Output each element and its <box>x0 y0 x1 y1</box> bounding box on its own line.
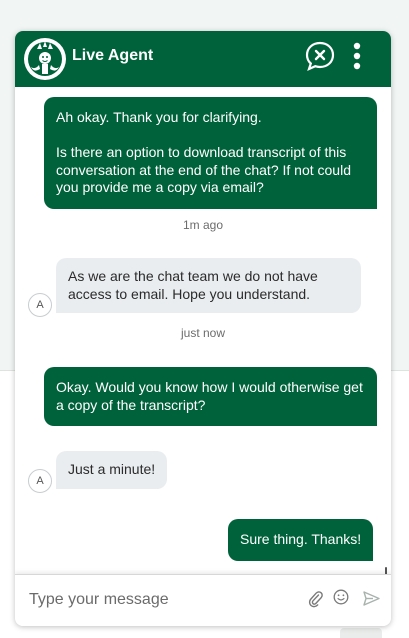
chat-header-title: Live Agent <box>72 47 154 64</box>
user-message: Sure thing. Thanks! <box>228 519 374 561</box>
user-message-text: Sure thing. Thanks! <box>240 531 362 547</box>
message-timestamp: just now <box>180 326 226 340</box>
chat-header: Live Agent <box>15 31 391 87</box>
smiley-icon[interactable] <box>333 589 349 605</box>
send-icon[interactable] <box>363 591 380 606</box>
agent-message: As we are the chat team we do not have a… <box>56 258 361 313</box>
user-message-text: Okay. Would you know how I would otherwi… <box>56 379 367 413</box>
agent-avatar: A <box>28 293 52 317</box>
starbucks-siren-logo-icon <box>24 38 66 80</box>
more-vertical-icon[interactable] <box>347 41 367 71</box>
message-timestamp: 1m ago <box>182 218 224 232</box>
user-message: Ah okay. Thank you for clarifying. Is th… <box>44 97 377 209</box>
end-chat-icon[interactable] <box>304 40 336 72</box>
message-list[interactable]: Ah okay. Thank you for clarifying. Is th… <box>15 87 391 574</box>
user-message: Okay. Would you know how I would otherwi… <box>44 367 377 426</box>
agent-message-text: Just a minute! <box>68 461 156 477</box>
message-composer <box>15 574 391 626</box>
agent-avatar: A <box>28 469 52 493</box>
page-tab-fragment <box>340 628 382 638</box>
paperclip-icon[interactable] <box>308 590 324 608</box>
agent-message-text: As we are the chat team we do not have a… <box>68 268 322 302</box>
agent-message: Just a minute! <box>56 451 168 489</box>
chat-widget: Live Agent Ah okay. Thank you for clarif… <box>15 31 391 626</box>
message-list-scrollbar[interactable] <box>385 567 387 574</box>
message-input[interactable] <box>29 587 299 613</box>
user-message-text: Ah okay. Thank you for clarifying. Is th… <box>56 109 351 195</box>
